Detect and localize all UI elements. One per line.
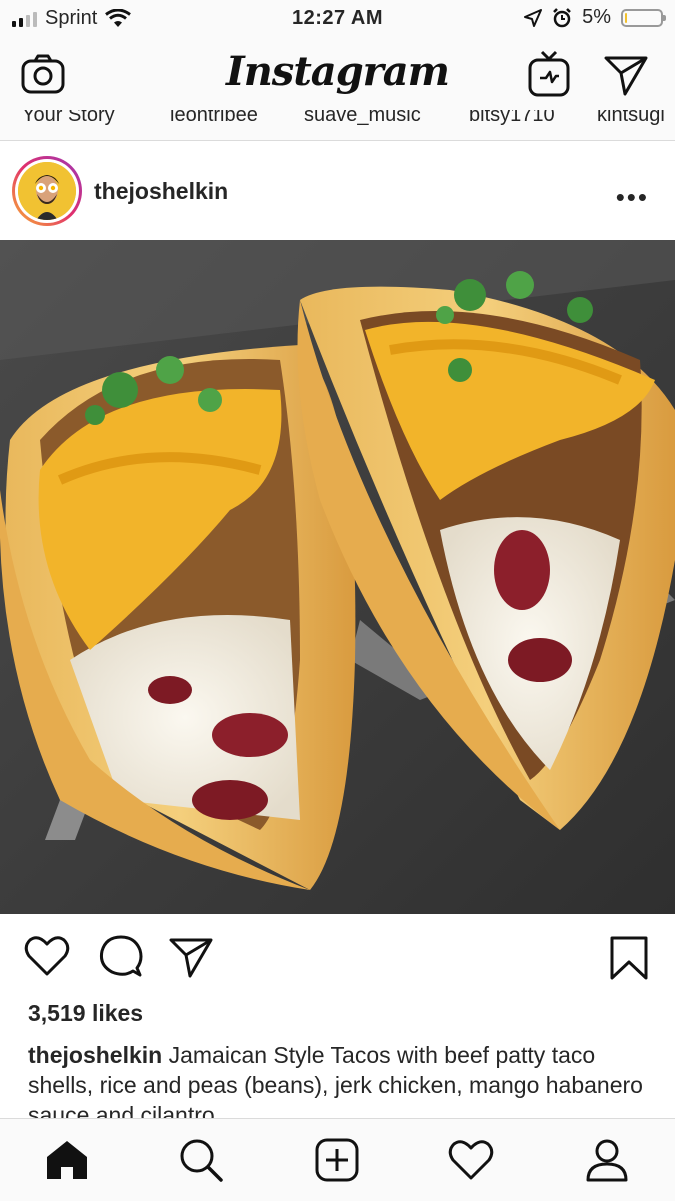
story-label[interactable]: bitsy1710 — [469, 110, 597, 127]
add-post-icon[interactable] — [312, 1137, 362, 1183]
story-label[interactable]: leontribee — [170, 110, 304, 127]
status-bar: Sprint 12:27 AM 5% — [0, 0, 675, 38]
share-icon[interactable] — [166, 934, 216, 980]
likes-count[interactable]: 3,519 likes — [28, 1000, 143, 1027]
post-caption: thejoshelkin Jamaican Style Tacos with b… — [28, 1040, 648, 1120]
stories-tray[interactable]: Your Story leontribee suave_music bitsy1… — [0, 110, 675, 141]
avatar[interactable] — [12, 156, 82, 226]
story-label[interactable]: suave_music — [304, 110, 469, 127]
bottom-tab-bar — [0, 1118, 675, 1201]
stories-row: Your Story leontribee suave_music bitsy1… — [22, 110, 675, 127]
top-navigation: Instagram — [0, 38, 675, 110]
status-right: 5% — [524, 6, 666, 29]
direct-message-icon[interactable] — [600, 52, 652, 98]
search-icon[interactable] — [176, 1137, 226, 1183]
battery-icon — [621, 8, 666, 27]
story-label[interactable]: Your Story — [22, 110, 170, 127]
igtv-icon[interactable] — [524, 48, 574, 100]
heart-icon[interactable] — [22, 932, 72, 980]
caption-username[interactable]: thejoshelkin — [28, 1042, 162, 1068]
post-photo[interactable] — [0, 240, 675, 914]
more-options-button[interactable]: ••• — [616, 182, 649, 213]
bookmark-icon[interactable] — [604, 934, 654, 982]
post-actions — [0, 914, 675, 998]
comment-icon[interactable] — [96, 932, 146, 980]
activity-heart-icon[interactable] — [446, 1137, 496, 1183]
battery-percent: 5% — [582, 6, 611, 28]
post-username[interactable]: thejoshelkin — [94, 178, 228, 205]
home-icon[interactable] — [42, 1137, 92, 1183]
profile-icon[interactable] — [582, 1137, 632, 1183]
alarm-icon — [553, 7, 571, 27]
battery-level — [625, 12, 627, 23]
location-icon — [524, 8, 543, 27]
story-label[interactable]: kintsugi — [597, 110, 675, 127]
avatar-image — [18, 162, 76, 220]
post-header: thejoshelkin ••• — [0, 142, 675, 240]
